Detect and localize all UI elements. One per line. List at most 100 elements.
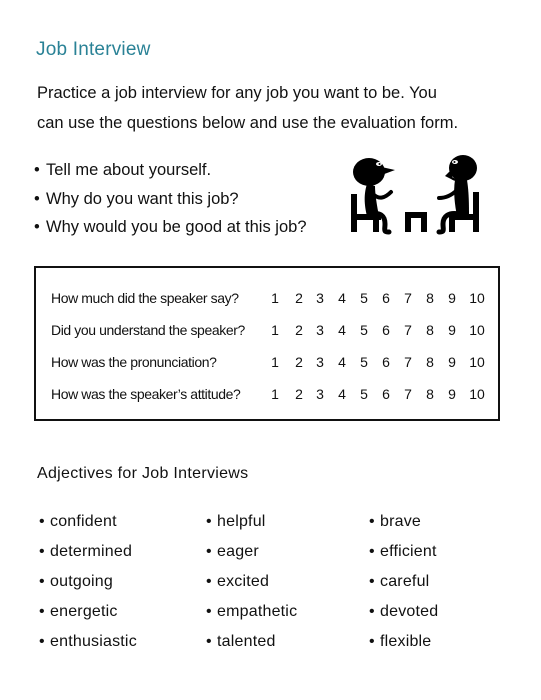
rating-option[interactable]: 4 — [332, 354, 352, 370]
rating-option[interactable]: 10 — [467, 354, 487, 370]
rating-option[interactable]: 5 — [354, 290, 374, 306]
rating-option[interactable]: 10 — [467, 322, 487, 338]
evaluation-question: How much did the speaker say? — [51, 290, 239, 306]
adjective-item: • devoted — [369, 597, 438, 627]
intro-paragraph: Practice a job interview for any job you… — [37, 78, 517, 138]
question-item: • Tell me about yourself. — [34, 156, 307, 185]
adjective-text: eager — [217, 543, 259, 560]
bullet-icon: • — [39, 543, 45, 560]
adjective-text: confident — [50, 513, 117, 530]
bullet-icon: • — [39, 633, 45, 650]
rating-option[interactable]: 1 — [265, 290, 285, 306]
rating-option[interactable]: 8 — [420, 386, 440, 402]
evaluation-question: How was the speaker’s attitude? — [51, 386, 241, 402]
adjective-item: • excited — [206, 567, 297, 597]
rating-option[interactable]: 5 — [354, 354, 374, 370]
rating-option[interactable]: 7 — [398, 290, 418, 306]
adjective-item: • careful — [369, 567, 438, 597]
rating-option[interactable]: 9 — [442, 290, 462, 306]
adjective-item: • efficient — [369, 537, 438, 567]
rating-option[interactable]: 3 — [310, 386, 330, 402]
question-item: • Why would you be good at this job? — [34, 213, 307, 242]
adjective-item: • outgoing — [39, 567, 137, 597]
rating-option[interactable]: 9 — [442, 322, 462, 338]
bullet-icon: • — [369, 513, 375, 530]
bullet-icon: • — [369, 543, 375, 560]
adjective-item: • empathetic — [206, 597, 297, 627]
rating-option[interactable]: 8 — [420, 290, 440, 306]
intro-line-1: Practice a job interview for any job you… — [37, 84, 437, 102]
adjective-text: enthusiastic — [50, 633, 137, 650]
interview-questions-list: • Tell me about yourself. • Why do you wan… — [34, 156, 307, 242]
evaluation-question: How was the pronunciation? — [51, 354, 217, 370]
adjective-item: • brave — [369, 507, 438, 537]
question-text: Why do you want this job? — [46, 189, 239, 208]
bullet-icon: • — [206, 603, 212, 620]
evaluation-row: Did you understand the speaker? 1 2 3 4 … — [36, 322, 498, 342]
evaluation-row: How was the speaker’s attitude? 1 2 3 4 … — [36, 386, 498, 406]
bullet-icon: • — [34, 161, 40, 179]
adjective-item: • determined — [39, 537, 137, 567]
rating-option[interactable]: 2 — [289, 290, 309, 306]
adjective-text: efficient — [380, 543, 437, 560]
rating-option[interactable]: 1 — [265, 354, 285, 370]
adjectives-column-2: • helpful • eager • excited • empathetic • ta… — [206, 507, 297, 657]
rating-option[interactable]: 6 — [376, 290, 396, 306]
adjective-text: flexible — [380, 633, 432, 650]
evaluation-row: How much did the speaker say? 1 2 3 4 5 … — [36, 290, 498, 310]
rating-option[interactable]: 7 — [398, 354, 418, 370]
rating-option[interactable]: 7 — [398, 322, 418, 338]
adjective-text: determined — [50, 543, 133, 560]
rating-option[interactable]: 3 — [310, 322, 330, 338]
rating-option[interactable]: 3 — [310, 354, 330, 370]
evaluation-question: Did you understand the speaker? — [51, 322, 245, 338]
rating-option[interactable]: 4 — [332, 322, 352, 338]
rating-option[interactable]: 2 — [289, 322, 309, 338]
interview-people-icon — [351, 155, 479, 235]
rating-option[interactable]: 3 — [310, 290, 330, 306]
bullet-icon: • — [34, 218, 40, 236]
adjectives-column-1: • confident • determined • outgoing • energe… — [39, 507, 137, 657]
adjective-item: • confident — [39, 507, 137, 537]
adjective-item: • energetic — [39, 597, 137, 627]
rating-option[interactable]: 6 — [376, 354, 396, 370]
question-item: • Why do you want this job? — [34, 185, 307, 214]
rating-option[interactable]: 8 — [420, 322, 440, 338]
rating-option[interactable]: 6 — [376, 386, 396, 402]
rating-option[interactable]: 1 — [265, 322, 285, 338]
table-icon — [405, 212, 427, 232]
evaluation-form: How much did the speaker say? 1 2 3 4 5 … — [34, 266, 500, 421]
adjective-item: • talented — [206, 627, 297, 657]
adjectives-column-3: • brave • efficient • careful • devoted • fle… — [369, 507, 438, 657]
bullet-icon: • — [39, 603, 45, 620]
bullet-icon: • — [206, 573, 212, 590]
rating-option[interactable]: 5 — [354, 386, 374, 402]
rating-option[interactable]: 10 — [467, 290, 487, 306]
rating-option[interactable]: 2 — [289, 354, 309, 370]
rating-option[interactable]: 5 — [354, 322, 374, 338]
adjective-text: talented — [217, 633, 276, 650]
rating-option[interactable]: 9 — [442, 386, 462, 402]
rating-option[interactable]: 8 — [420, 354, 440, 370]
bullet-icon: • — [369, 603, 375, 620]
adjective-item: • enthusiastic — [39, 627, 137, 657]
rating-option[interactable]: 6 — [376, 322, 396, 338]
bullet-icon: • — [369, 573, 375, 590]
bullet-icon: • — [206, 513, 212, 530]
rating-option[interactable]: 9 — [442, 354, 462, 370]
evaluation-row: How was the pronunciation? 1 2 3 4 5 6 7… — [36, 354, 498, 374]
adjective-text: excited — [217, 573, 270, 590]
intro-line-2: can use the questions below and use the … — [37, 114, 459, 132]
rating-option[interactable]: 2 — [289, 386, 309, 402]
adjective-text: energetic — [50, 603, 118, 620]
adjective-text: helpful — [217, 513, 266, 530]
rating-option[interactable]: 1 — [265, 386, 285, 402]
bullet-icon: • — [34, 189, 40, 208]
rating-option[interactable]: 10 — [467, 386, 487, 402]
rating-option[interactable]: 7 — [398, 386, 418, 402]
adjectives-heading: Adjectives for Job Interviews — [37, 465, 249, 482]
bullet-icon: • — [39, 573, 45, 590]
rating-option[interactable]: 4 — [332, 386, 352, 402]
bullet-icon: • — [206, 543, 212, 560]
rating-option[interactable]: 4 — [332, 290, 352, 306]
